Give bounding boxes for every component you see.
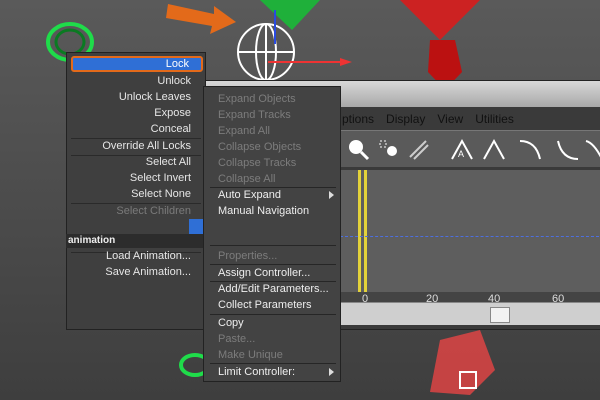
header-animation: animation [68, 235, 116, 246]
ctx-collapse-tracks: Collapse Tracks [218, 157, 297, 169]
wireframe-sphere-icon [237, 23, 295, 81]
menu-item-unlock-leaves[interactable]: Unlock Leaves [119, 89, 191, 105]
ctx-make-unique: Make Unique [218, 349, 283, 361]
ctx-collapse-all: Collapse All [218, 173, 276, 185]
ctx-limit-controller[interactable]: Limit Controller: [218, 364, 295, 380]
menu-item-conceal[interactable]: Conceal [151, 121, 191, 137]
curve-graph[interactable]: 0 20 40 60 [340, 170, 600, 308]
zoom-region-icon[interactable] [344, 135, 372, 163]
pan-icon[interactable] [404, 135, 432, 163]
svg-text:A: A [458, 149, 464, 159]
menu-item-select-children: Select Children [116, 205, 191, 217]
ctx-expand-objects: Expand Objects [218, 93, 296, 105]
menu-item-expose[interactable]: Expose [154, 105, 191, 121]
menu-options[interactable]: ptions [336, 110, 380, 130]
time-marker[interactable] [358, 170, 361, 292]
ctx-properties: Properties... [218, 250, 278, 262]
tangent-icon[interactable] [480, 135, 508, 163]
menu-item-override-all-locks[interactable]: Override All Locks [102, 138, 191, 154]
controller-context-menu: Expand Objects Expand Tracks Expand All … [203, 86, 341, 382]
ctx-collect-parameters[interactable]: Collect Parameters [218, 297, 312, 313]
ctx-expand-tracks: Expand Tracks [218, 109, 291, 121]
submenu-arrow-icon [329, 368, 334, 376]
curve-icon[interactable] [516, 135, 544, 163]
menu-item-save-animation[interactable]: Save Animation... [105, 264, 191, 280]
ctx-auto-expand[interactable]: Auto Expand [218, 187, 281, 203]
ctx-add-edit-parameters[interactable]: Add/Edit Parameters... [218, 281, 329, 297]
menu-view[interactable]: View [431, 110, 469, 130]
curve-editor-menubar: ptions Display View Utilities [336, 110, 520, 130]
ctx-collapse-objects: Collapse Objects [218, 141, 302, 153]
arrow-callout-icon [166, 4, 236, 34]
time-marker-2 [364, 170, 367, 292]
ctx-expand-all: Expand All [218, 125, 270, 137]
fit-view-icon[interactable] [374, 135, 402, 163]
menu-item-select-all[interactable]: Select All [146, 154, 191, 170]
menu-item-lock[interactable]: Lock [71, 56, 203, 72]
ctx-assign-controller[interactable]: Assign Controller... [218, 265, 310, 281]
key-tangent-icon[interactable]: A [448, 135, 476, 163]
menu-item-select-none[interactable]: Select None [131, 186, 191, 202]
zero-line [340, 236, 600, 237]
curve-step-icon[interactable] [584, 135, 600, 163]
red-cone-icon [400, 0, 480, 40]
submenu-arrow-icon [329, 191, 334, 199]
ctx-separator [210, 245, 336, 246]
menu-utilities[interactable]: Utilities [469, 110, 520, 130]
ctx-copy[interactable]: Copy [218, 315, 244, 331]
curve-editor-toolbar: A [340, 130, 600, 167]
ctx-paste: Paste... [218, 333, 256, 345]
ctx-manual-navigation[interactable]: Manual Navigation [218, 203, 309, 219]
curve-out-icon[interactable] [554, 135, 582, 163]
scroll-thumb-right[interactable] [490, 307, 510, 323]
menu-item-unlock[interactable]: Unlock [157, 73, 191, 89]
track-view-left-menu: Lock Unlock Unlock Leaves Expose Conceal… [66, 52, 211, 330]
menu-display[interactable]: Display [380, 110, 431, 130]
menu-item-load-animation[interactable]: Load Animation... [106, 248, 191, 264]
menu-item-select-invert[interactable]: Select Invert [130, 170, 191, 186]
